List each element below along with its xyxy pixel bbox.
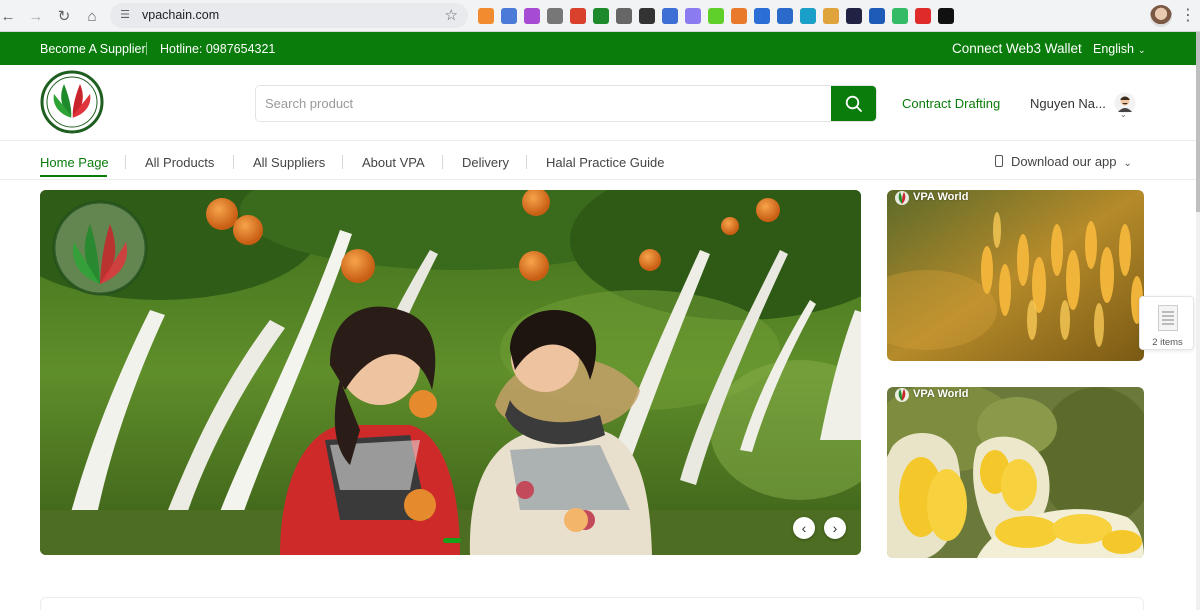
browser-extension-icon[interactable]: [869, 8, 885, 24]
download-app-menu[interactable]: Download our app ⌄: [995, 154, 1132, 169]
contract-drafting-link[interactable]: Contract Drafting: [902, 96, 1000, 111]
nav-divider: [233, 155, 234, 169]
side-banner-rice[interactable]: VPA World: [887, 190, 1144, 361]
nav-delivery[interactable]: Delivery: [462, 155, 509, 170]
hero-slider[interactable]: ‹ ›: [40, 190, 861, 555]
site-header: Contract Drafting Nguyen Na... ⌄: [0, 65, 1196, 141]
browser-extension-icon[interactable]: [938, 8, 954, 24]
browser-extension-icon[interactable]: [662, 8, 678, 24]
nav-active-indicator: [40, 175, 107, 177]
side-banner-durian[interactable]: VPA World: [887, 387, 1144, 558]
browser-toolbar: ← → ↻ ⌂ ☰ vpachain.com ☆ ⋮: [0, 0, 1200, 32]
search-button[interactable]: [831, 86, 876, 121]
search-input[interactable]: [256, 86, 832, 121]
back-icon[interactable]: ←: [0, 4, 20, 28]
rice-banner-image: [887, 190, 1144, 361]
topbar-divider: [146, 42, 147, 55]
hero-banner-image: [40, 190, 861, 555]
browser-extension-icon[interactable]: [478, 8, 494, 24]
slider-prev-button[interactable]: ‹: [793, 517, 815, 539]
hotline-text: Hotline: 0987654321: [160, 42, 276, 56]
vpa-world-tag: VPA World: [913, 191, 969, 203]
browser-extension-icon[interactable]: [846, 8, 862, 24]
become-supplier-link[interactable]: Become A Supplier: [40, 42, 146, 56]
bookmark-star-icon[interactable]: ☆: [445, 6, 458, 24]
vpa-world-tag: VPA World: [913, 388, 969, 400]
site-info-icon[interactable]: ☰: [118, 8, 132, 22]
browser-extension-icon[interactable]: [777, 8, 793, 24]
slider-dot-active[interactable]: [443, 538, 461, 543]
nav-halal-practice-guide[interactable]: Halal Practice Guide: [546, 155, 665, 170]
phone-icon: [995, 155, 1003, 167]
browser-extension-icon[interactable]: [823, 8, 839, 24]
reload-icon[interactable]: ↻: [52, 4, 76, 28]
nav-about-vpa[interactable]: About VPA: [362, 155, 425, 170]
browser-extension-icon[interactable]: [892, 8, 908, 24]
language-selector[interactable]: English ⌄: [1093, 42, 1146, 56]
contract-document-icon: [1158, 305, 1178, 331]
browser-profile-avatar[interactable]: [1150, 5, 1172, 27]
browser-extension-icon[interactable]: [800, 8, 816, 24]
browser-extension-icon[interactable]: [616, 8, 632, 24]
user-menu-chevron-icon[interactable]: ⌄: [1120, 110, 1127, 119]
browser-extension-icon[interactable]: [915, 8, 931, 24]
browser-extension-icon[interactable]: [524, 8, 540, 24]
chevron-down-icon: ⌄: [1138, 45, 1146, 55]
nav-divider: [526, 155, 527, 169]
nav-all-products[interactable]: All Products: [145, 155, 214, 170]
search-bar: [255, 85, 877, 122]
extensions-strip: [478, 5, 954, 27]
browser-extension-icon[interactable]: [731, 8, 747, 24]
page-scrollbar[interactable]: [1196, 32, 1200, 610]
browser-extension-icon[interactable]: [708, 8, 724, 24]
search-icon: [845, 95, 862, 112]
home-icon[interactable]: ⌂: [80, 4, 104, 28]
download-app-label: Download our app: [1011, 154, 1117, 169]
browser-extension-icon[interactable]: [547, 8, 563, 24]
user-name[interactable]: Nguyen Na...: [1030, 96, 1106, 111]
browser-extension-icon[interactable]: [754, 8, 770, 24]
connect-wallet-button[interactable]: Connect Web3 Wallet: [952, 41, 1082, 56]
floating-contract-cart[interactable]: 2 items: [1139, 296, 1194, 350]
browser-extension-icon[interactable]: [593, 8, 609, 24]
chevron-left-icon: ‹: [801, 520, 807, 536]
scrollbar-thumb[interactable]: [1196, 32, 1200, 212]
durian-banner-image: [887, 387, 1144, 558]
chevron-down-icon: ⌄: [1123, 158, 1132, 169]
cart-count: 2 items: [1152, 337, 1183, 348]
language-label: English: [1093, 42, 1134, 56]
vpa-logo[interactable]: [40, 70, 104, 134]
nav-divider: [442, 155, 443, 169]
slider-next-button[interactable]: ›: [824, 517, 846, 539]
nav-home-page[interactable]: Home Page: [40, 155, 109, 170]
content-card-top: [40, 597, 1144, 610]
nav-divider: [125, 155, 126, 169]
nav-all-suppliers[interactable]: All Suppliers: [253, 155, 325, 170]
browser-extension-icon[interactable]: [570, 8, 586, 24]
browser-extension-icon[interactable]: [639, 8, 655, 24]
forward-icon[interactable]: →: [24, 4, 48, 28]
nav-divider: [342, 155, 343, 169]
chevron-right-icon: ›: [832, 520, 838, 536]
browser-extension-icon[interactable]: [501, 8, 517, 24]
top-bar: Become A Supplier Hotline: 0987654321 Co…: [0, 32, 1196, 65]
address-url[interactable]: vpachain.com: [142, 8, 219, 22]
browser-extension-icon[interactable]: [685, 8, 701, 24]
main-navigation: Home Page All Products All Suppliers Abo…: [0, 142, 1196, 180]
browser-menu-icon[interactable]: ⋮: [1180, 6, 1196, 26]
address-bar[interactable]: ☰ vpachain.com ☆: [110, 3, 468, 28]
